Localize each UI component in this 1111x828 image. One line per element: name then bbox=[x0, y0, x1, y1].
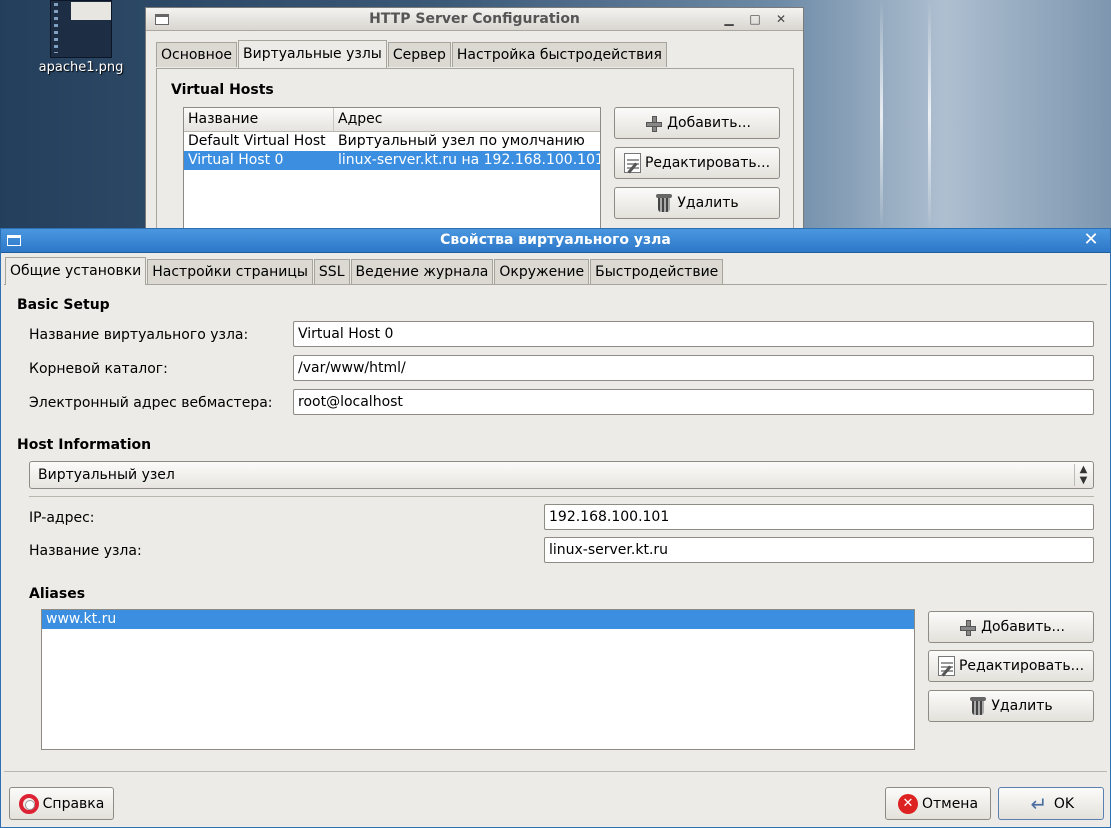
webmaster-email-label: Электронный адрес вебмастера: bbox=[29, 395, 273, 411]
aliases-heading: Aliases bbox=[29, 586, 86, 602]
plus-icon bbox=[643, 113, 663, 133]
ok-button[interactable]: ↵ OK bbox=[998, 787, 1104, 820]
minimize-icon[interactable]: ▁ bbox=[719, 10, 739, 28]
dialog-title: Свойства виртуального узла bbox=[440, 232, 671, 248]
delete-host-button[interactable]: Удалить bbox=[614, 187, 780, 219]
ip-address-input[interactable]: 192.168.100.101 bbox=[544, 504, 1094, 530]
aliases-list[interactable]: www.kt.ru bbox=[41, 609, 915, 750]
edit-document-icon bbox=[623, 153, 641, 173]
webmaster-email-input[interactable]: root@localhost bbox=[293, 389, 1094, 415]
tab-environment[interactable]: Окружение bbox=[494, 259, 590, 284]
row-address: linux-server.kt.ru на 192.168.100.101 bbox=[338, 152, 600, 168]
help-label: Справка bbox=[42, 795, 105, 812]
table-row[interactable]: Default Virtual Host Виртуальный узел по… bbox=[184, 132, 600, 151]
help-button[interactable]: Справка bbox=[9, 787, 114, 820]
row-name: Virtual Host 0 bbox=[188, 152, 284, 168]
tab-general[interactable]: Общие установки bbox=[5, 257, 147, 285]
separator bbox=[29, 496, 1094, 497]
tab-virtual-hosts[interactable]: Виртуальные узлы bbox=[238, 40, 387, 68]
tab-performance[interactable]: Быстродействие bbox=[590, 259, 724, 284]
add-alias-label: Добавить... bbox=[981, 619, 1065, 635]
host-type-value: Виртуальный узел bbox=[38, 467, 175, 483]
titlebar[interactable]: HTTP Server Configuration ▁ □ ✕ bbox=[146, 8, 803, 31]
maximize-icon[interactable]: □ bbox=[745, 10, 765, 28]
edit-alias-button[interactable]: Редактировать... bbox=[928, 650, 1094, 682]
plus-icon bbox=[957, 617, 977, 637]
desktop-file-icon[interactable]: apache1.png bbox=[33, 0, 129, 80]
wallpaper-streak bbox=[880, 0, 883, 230]
tab-ssl[interactable]: SSL bbox=[313, 259, 350, 284]
column-header-address[interactable]: Адрес bbox=[334, 108, 600, 131]
close-icon[interactable]: ✕ bbox=[1080, 230, 1102, 250]
table-row[interactable]: Virtual Host 0 linux-server.kt.ru на 192… bbox=[184, 151, 600, 170]
lifebuoy-icon bbox=[18, 793, 39, 814]
virtual-hosts-panel: Virtual Hosts Название Адрес Default Vir… bbox=[156, 68, 794, 243]
desktop-icon-label: apache1.png bbox=[38, 60, 124, 75]
dialog-titlebar[interactable]: Свойства виртуального узла ✕ bbox=[1, 229, 1110, 253]
delete-host-label: Удалить bbox=[677, 195, 739, 211]
row-address: Виртуальный узел по умолчанию bbox=[338, 133, 585, 149]
list-item[interactable]: www.kt.ru bbox=[42, 610, 914, 629]
add-host-label: Добавить... bbox=[667, 115, 751, 131]
edit-document-icon bbox=[937, 656, 955, 676]
ip-address-label: IP-адрес: bbox=[29, 510, 95, 526]
add-host-button[interactable]: Добавить... bbox=[614, 107, 780, 139]
enter-arrow-icon: ↵ bbox=[1030, 791, 1048, 816]
main-tabbar: Основное Виртуальные узлы Сервер Настрой… bbox=[156, 40, 668, 68]
dialog-tabbar: Общие установки Настройки страницы SSL В… bbox=[5, 257, 724, 285]
cancel-icon: ✕ bbox=[897, 793, 918, 814]
server-name-label: Название узла: bbox=[29, 543, 142, 559]
list-header: Название Адрес bbox=[184, 108, 600, 132]
tab-logging[interactable]: Ведение журнала bbox=[350, 259, 494, 284]
ok-label: OK bbox=[1053, 795, 1075, 812]
alias-text: www.kt.ru bbox=[46, 611, 117, 627]
cancel-label: Отмена bbox=[921, 795, 979, 812]
tab-performance[interactable]: Настройка быстродействия bbox=[451, 42, 667, 67]
virtual-host-properties-dialog: Свойства виртуального узла ✕ Общие устан… bbox=[0, 228, 1111, 828]
edit-host-label: Редактировать... bbox=[644, 155, 771, 171]
edit-host-button[interactable]: Редактировать... bbox=[614, 147, 780, 179]
window-title: HTTP Server Configuration bbox=[369, 11, 580, 27]
wallpaper-streak bbox=[928, 0, 931, 230]
add-alias-button[interactable]: Добавить... bbox=[928, 611, 1094, 643]
section-title: Virtual Hosts bbox=[171, 82, 274, 98]
trash-icon bbox=[655, 193, 673, 213]
edit-alias-label: Редактировать... bbox=[958, 658, 1085, 674]
tab-server[interactable]: Сервер bbox=[387, 42, 451, 67]
column-header-name[interactable]: Название bbox=[184, 108, 334, 131]
host-information-heading: Host Information bbox=[17, 437, 152, 453]
tab-page-settings[interactable]: Настройки страницы bbox=[147, 259, 313, 284]
host-name-label: Название виртуального узла: bbox=[29, 327, 249, 343]
delete-alias-button[interactable]: Удалить bbox=[928, 690, 1094, 722]
trash-icon bbox=[969, 696, 987, 716]
cancel-button[interactable]: ✕ Отмена bbox=[885, 787, 991, 820]
virtual-hosts-list[interactable]: Название Адрес Default Virtual Host Вирт… bbox=[183, 107, 601, 239]
separator bbox=[4, 771, 1107, 772]
server-name-input[interactable]: linux-server.kt.ru bbox=[544, 537, 1094, 563]
image-thumbnail-icon bbox=[50, 0, 112, 58]
tab-basic[interactable]: Основное bbox=[156, 42, 238, 67]
host-type-combobox[interactable]: Виртуальный узел ▲ ▼ bbox=[29, 461, 1094, 489]
doc-root-label: Корневой каталог: bbox=[29, 361, 168, 377]
http-server-config-window: HTTP Server Configuration ▁ □ ✕ Основное… bbox=[145, 7, 804, 247]
delete-alias-label: Удалить bbox=[991, 698, 1053, 714]
combo-arrows-icon: ▲ ▼ bbox=[1074, 464, 1092, 486]
close-icon[interactable]: ✕ bbox=[771, 10, 791, 28]
host-name-input[interactable]: Virtual Host 0 bbox=[293, 321, 1094, 347]
row-name: Default Virtual Host bbox=[188, 133, 326, 149]
basic-setup-heading: Basic Setup bbox=[17, 297, 110, 313]
doc-root-input[interactable]: /var/www/html/ bbox=[293, 355, 1094, 381]
